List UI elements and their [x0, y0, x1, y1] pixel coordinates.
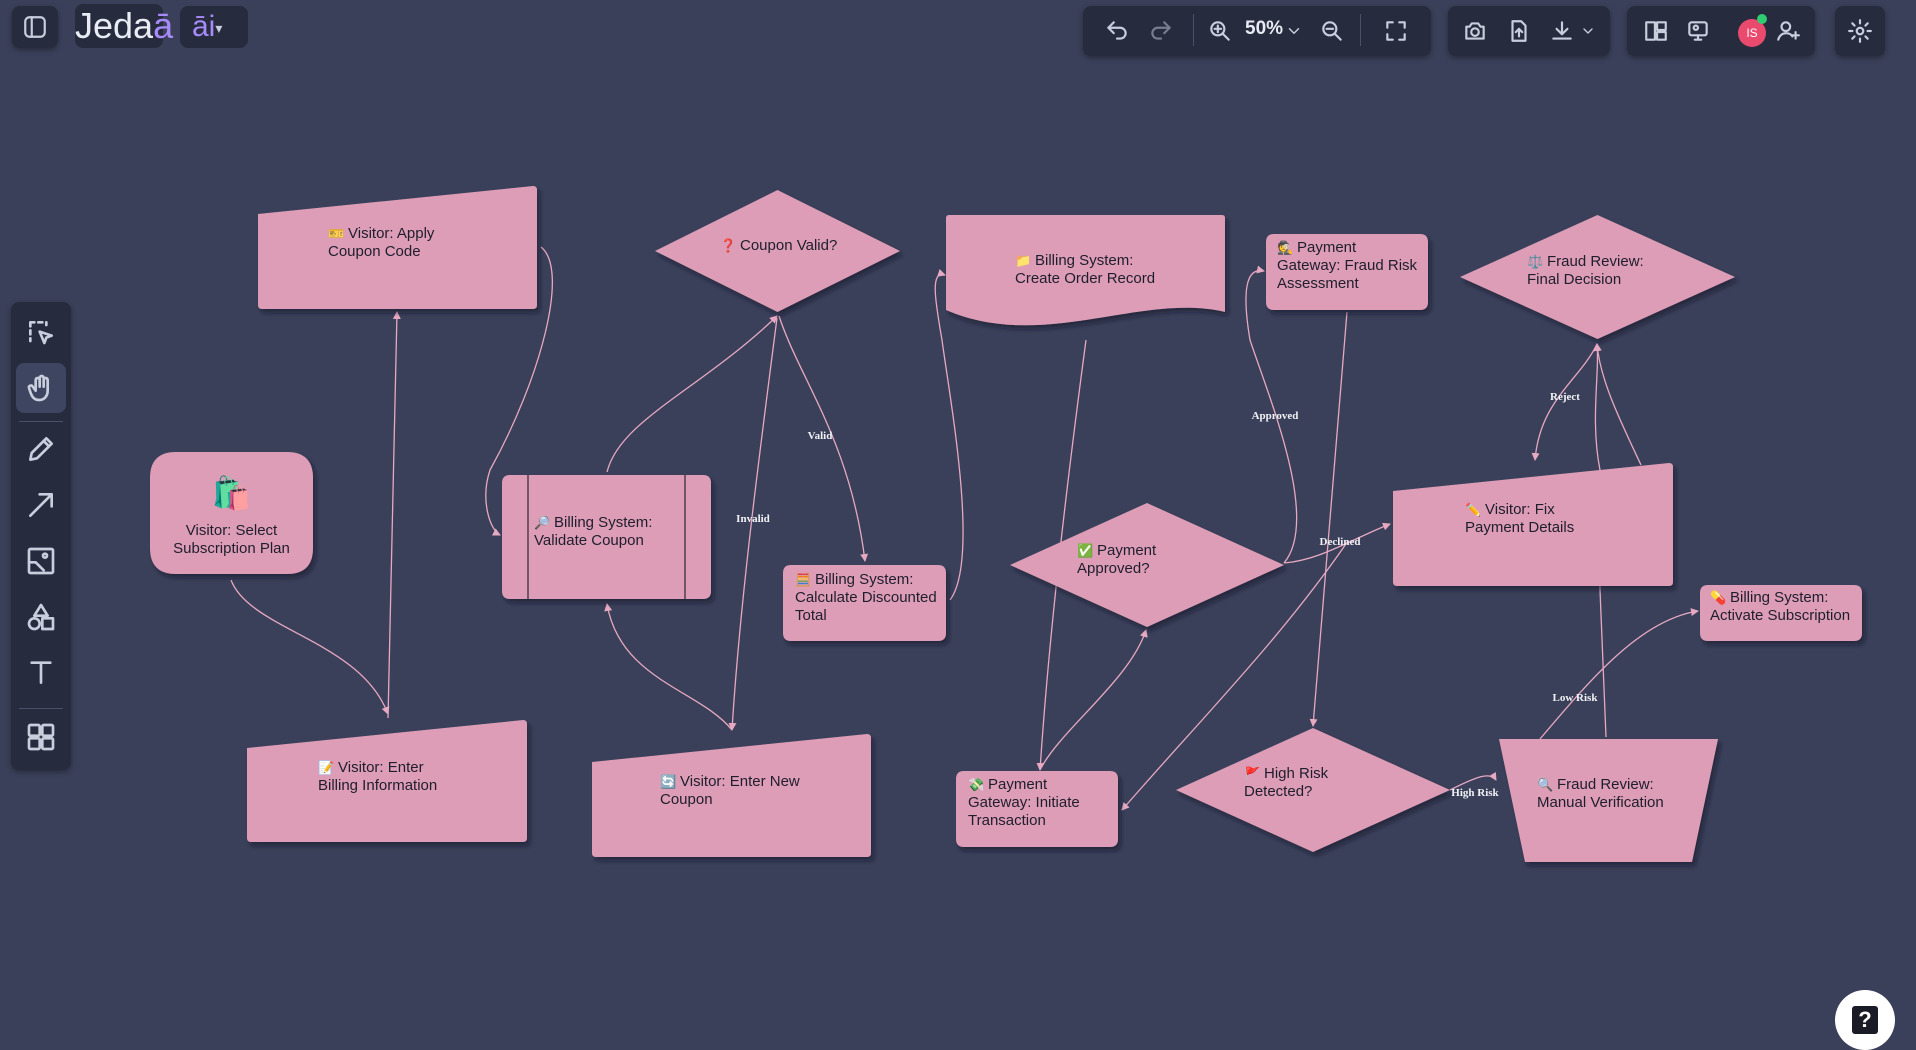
node-label: Subscription Plan [173, 540, 290, 557]
node-icon: 🛍️ [212, 475, 252, 511]
node-label: Fraud Review: [1557, 776, 1654, 793]
flow-node-n7[interactable]: 🧮 Billing System:Calculate DiscountedTota… [783, 565, 946, 641]
help-button[interactable]: ? [1835, 990, 1895, 1050]
flow-node-n8[interactable]: 📁 Billing System:Create Order Record [946, 215, 1225, 326]
edge-label: High Risk [1451, 787, 1499, 799]
node-icon: 🎫 [328, 226, 344, 241]
node-icon: 🚩 [1244, 766, 1260, 781]
node-label: Coupon Valid? [740, 237, 837, 254]
node-label: Gateway: Fraud Risk [1277, 257, 1418, 274]
node-label: Validate Coupon [534, 532, 644, 549]
edge-label: Valid [808, 430, 833, 442]
node-icon: 🧮 [795, 572, 811, 587]
node-label: Billing System: [1730, 589, 1828, 606]
node-icon: ✏️ [1465, 501, 1481, 517]
node-label: Manual Verification [1537, 794, 1664, 811]
node-label: Calculate Discounted [795, 589, 937, 606]
node-label: Total [795, 607, 827, 624]
node-label: Gateway: Initiate [968, 794, 1080, 811]
edge-n7-n8[interactable] [934, 269, 964, 601]
help-icon: ? [1852, 1006, 1878, 1034]
node-label: Payment [1097, 542, 1157, 559]
node-label: Payment [1297, 239, 1357, 256]
flow-node-n16[interactable]: 💊 Billing System:Activate Subscription [1700, 585, 1862, 641]
node-icon: 📁 [1015, 253, 1031, 268]
node-label: Detected? [1244, 783, 1312, 800]
node-icon: 🕵️ [1277, 240, 1293, 255]
node-icon: 🔎 [534, 514, 551, 530]
edge-label: Approved [1252, 410, 1299, 422]
node-label: Visitor: Enter New [680, 773, 800, 790]
node-icon: ✅ [1077, 543, 1093, 558]
flow-node-n3[interactable]: 📝 Visitor: EnterBilling Information [247, 720, 527, 842]
node-label: Visitor: Select [186, 522, 278, 539]
node-label: Final Decision [1527, 271, 1621, 288]
edge-n1-n3[interactable] [230, 579, 390, 715]
node-icon: 🔄 [660, 774, 676, 789]
node-label: Fraud Review: [1547, 253, 1644, 270]
node-shape [592, 734, 871, 857]
nodes-layer: 🛍️ Visitor: SelectSubscription Plan 🎫 Visit… [150, 186, 1862, 862]
node-icon: 📝 [318, 760, 334, 775]
edge-n3-n2[interactable] [387, 311, 401, 719]
flow-node-n9[interactable]: 💸 PaymentGateway: InitiateTransaction [956, 771, 1118, 847]
node-label: Billing Information [318, 777, 437, 794]
node-label: Coupon [660, 791, 713, 808]
flow-node-n1[interactable]: 🛍️ Visitor: SelectSubscription Plan [150, 452, 313, 574]
flowchart-canvas[interactable]: 🛍️ Visitor: SelectSubscription Plan 🎫 Visit… [0, 0, 1916, 1042]
flow-node-n5[interactable]: ❓ Coupon Valid? [655, 190, 900, 312]
node-label: Billing System: [554, 514, 652, 531]
node-label: Billing System: [1035, 252, 1133, 269]
node-label: Visitor: Enter [338, 759, 424, 776]
edge-n4-n5[interactable] [606, 315, 778, 473]
node-label: Activate Subscription [1710, 607, 1850, 624]
flow-node-n15[interactable]: 🔍 Fraud Review:Manual Verification [1499, 739, 1718, 862]
node-icon: ❓ [720, 238, 736, 253]
edge-n9-n10[interactable] [1039, 629, 1148, 771]
node-label: Approved? [1077, 560, 1150, 577]
edge-n6-n4[interactable] [604, 603, 733, 731]
node-label: Visitor: Apply [348, 225, 435, 242]
node-label: High Risk [1264, 765, 1329, 782]
edge-label: Low Risk [1553, 692, 1599, 704]
flow-node-n12[interactable]: 🚩 High RiskDetected? [1176, 728, 1450, 852]
node-label: Visitor: Fix [1485, 501, 1555, 518]
node-icon: 💸 [968, 777, 984, 792]
flow-node-n14[interactable]: ⚖️ Fraud Review:Final Decision [1460, 215, 1735, 339]
flow-node-n4[interactable]: 🔎 Billing System:Validate Coupon [502, 475, 711, 599]
node-icon: 💊 [1710, 589, 1726, 606]
node-label: Payment Details [1465, 519, 1574, 536]
node-label: Transaction [968, 812, 1046, 829]
node-label: Payment [988, 776, 1048, 793]
node-icon: 🔍 [1537, 776, 1553, 792]
edge-label: Reject [1550, 391, 1580, 403]
flow-node-n6[interactable]: 🔄 Visitor: Enter NewCoupon [592, 734, 871, 857]
flow-node-n13[interactable]: ✏️ Visitor: FixPayment Details [1393, 463, 1673, 586]
edge-n11-n12[interactable] [1309, 311, 1348, 727]
edge-label: Invalid [736, 513, 770, 525]
node-label: Create Order Record [1015, 270, 1155, 287]
edge-label: Declined [1320, 536, 1361, 548]
edge-n15-n16[interactable] [1539, 608, 1699, 740]
flow-node-n10[interactable]: ✅ PaymentApproved? [1010, 503, 1284, 627]
node-label: Assessment [1277, 275, 1360, 292]
node-icon: ⚖️ [1527, 254, 1543, 269]
node-label: Coupon Code [328, 243, 421, 260]
node-shape [1176, 728, 1450, 852]
flow-node-n11[interactable]: 🕵️ PaymentGateway: Fraud RiskAssessment [1266, 234, 1428, 310]
edge-n13-n14[interactable] [1593, 343, 1642, 466]
node-label: Billing System: [815, 571, 913, 588]
flow-node-n2[interactable]: 🎫 Visitor: ApplyCoupon Code [258, 186, 537, 309]
